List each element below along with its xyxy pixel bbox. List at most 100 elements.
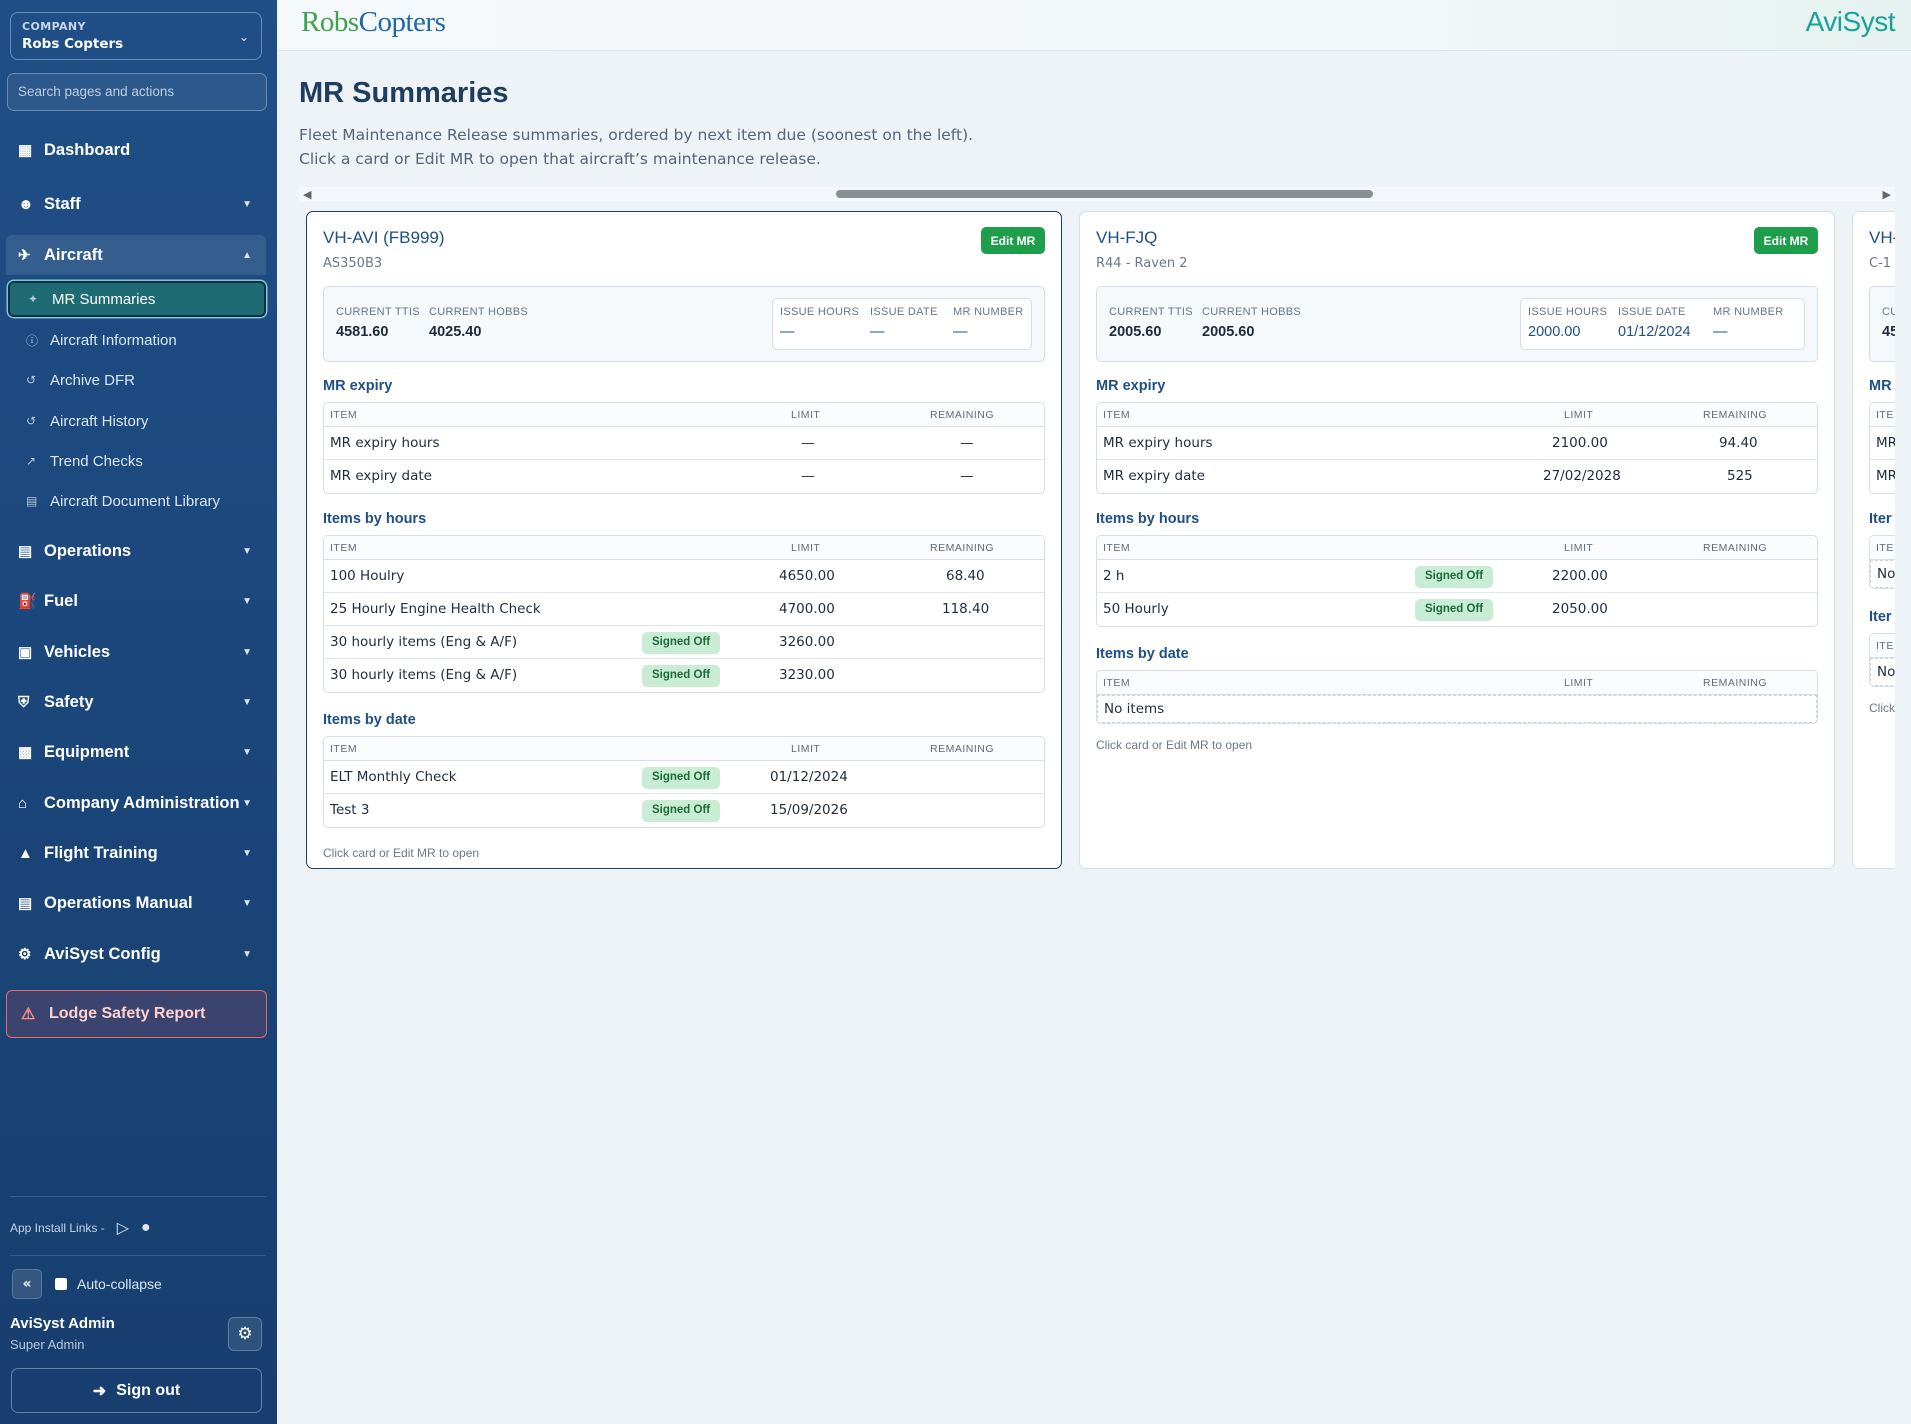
card-model: AS350B3 <box>323 256 383 271</box>
sidebar-subitem-aircraft-information[interactable]: ⓘ Aircraft Information <box>8 322 266 358</box>
stat-value: — <box>870 324 885 340</box>
scrollbar-thumb[interactable] <box>836 190 1373 198</box>
warning-icon: ⚠ <box>21 1006 36 1023</box>
cell-limit: 4650.00 <box>779 568 835 584</box>
shield-icon: ⛨ <box>18 693 30 711</box>
table-header: ITEM LIMIT REMAINING <box>324 737 1044 761</box>
mr-number: MR NUMBER — <box>953 306 1024 340</box>
sidebar-subitem-mr-summaries[interactable]: ✦ MR Summaries <box>8 281 266 317</box>
col-remaining: REMAINING <box>930 542 995 554</box>
sidebar-subitem-label: Trend Checks <box>50 452 143 470</box>
app-install-links: App Install Links - ▷ ● <box>10 1218 151 1238</box>
sidebar-item-safety[interactable]: ⛨ Safety ▼ <box>6 682 266 722</box>
sidebar-subitem-archive-dfr[interactable]: ↺ Archive DFR <box>8 362 266 398</box>
sign-out-label: Sign out <box>116 1381 181 1399</box>
current-ttis: CURRENT TTIS 4581.60 <box>336 306 420 340</box>
section-title-items-by-hours: Items by hours <box>323 511 427 527</box>
caret-down-icon: ▼ <box>242 595 252 607</box>
scroll-right-icon[interactable]: ▶ <box>1883 188 1891 201</box>
section-title-items-by-hours: Items by hours <box>1096 511 1200 527</box>
sidebar-item-aircraft[interactable]: ✈ Aircraft ▲ <box>6 235 266 275</box>
sign-in-icon: ➜ <box>92 1382 107 1400</box>
stat-value: — <box>780 324 795 340</box>
sign-out-button[interactable]: ➜ Sign out <box>11 1368 262 1413</box>
items-by-hours-table: ITE No <box>1869 535 1895 589</box>
lodge-safety-report-button[interactable]: ⚠ Lodge Safety Report <box>6 990 267 1038</box>
stat-value: — <box>1713 324 1728 340</box>
mr-card[interactable]: VH- C-1 CU 45 MR ITE MR MR Iter ITE No I… <box>1852 211 1895 869</box>
col-item: ITEM <box>1103 677 1131 689</box>
issue-hours: ISSUE HOURS — <box>780 306 859 340</box>
sidebar-subitem-aircraft-document-library[interactable]: ▤ Aircraft Document Library <box>8 483 266 519</box>
company-logo[interactable]: RobsCopters <box>301 6 446 39</box>
mr-expiry-table: ITE MR MR <box>1869 402 1895 494</box>
sidebar-item-label: Flight Training <box>44 843 158 862</box>
sidebar-subitem-trend-checks[interactable]: ↗ Trend Checks <box>8 443 266 479</box>
user-settings-button[interactable]: ⚙ <box>228 1317 262 1351</box>
mr-card[interactable]: VH-FJQ R44 - Raven 2 Edit MR CURRENT TTI… <box>1079 211 1835 869</box>
mr-number: MR NUMBER — <box>1713 306 1784 340</box>
stat-value: 45 <box>1882 324 1895 340</box>
sidebar-subitem-label: Aircraft History <box>50 412 149 430</box>
col-limit: LIMIT <box>791 542 821 554</box>
edit-mr-button[interactable]: Edit MR <box>981 227 1045 254</box>
auto-collapse-label: Auto-collapse <box>77 1276 162 1292</box>
caret-down-icon: ▼ <box>242 797 252 809</box>
stat-value: — <box>953 324 968 340</box>
fuel-pump-icon: ⛽ <box>18 593 37 610</box>
horizontal-scrollbar[interactable]: ◀ ▶ <box>299 187 1895 201</box>
col-limit: LIMIT <box>791 743 821 755</box>
sidebar-subitem-label: Archive DFR <box>50 371 136 389</box>
sidebar-item-staff[interactable]: ☻ Staff ▼ <box>6 184 266 224</box>
auto-collapse-toggle[interactable]: Auto-collapse <box>55 1276 162 1292</box>
issue-box: ISSUE HOURS 2000.00 ISSUE DATE 01/12/202… <box>1520 298 1805 350</box>
cell-limit: 2100.00 <box>1552 435 1608 451</box>
card-title: VH-FJQ <box>1096 228 1158 247</box>
issue-hours: ISSUE HOURS 2000.00 <box>1528 306 1607 340</box>
status-badge: Signed Off <box>1415 566 1494 588</box>
section-title-items-by-hours: Iter <box>1869 511 1892 527</box>
search-input[interactable]: Search pages and actions <box>7 73 267 111</box>
sidebar-item-equipment[interactable]: ▩ Equipment ▼ <box>6 732 266 772</box>
empty-row: No <box>1870 560 1895 588</box>
company-selector[interactable]: COMPANY Robs Copters ⌄ <box>10 12 262 60</box>
scroll-left-icon[interactable]: ◀ <box>303 188 311 201</box>
card-model: R44 - Raven 2 <box>1096 256 1188 271</box>
status-badge: Signed Off <box>642 767 721 789</box>
stat-value: 2005.60 <box>1202 324 1255 340</box>
apple-icon[interactable]: ● <box>141 1219 151 1237</box>
caret-down-icon: ▼ <box>242 746 252 758</box>
edit-mr-button[interactable]: Edit MR <box>1754 227 1818 254</box>
col-item: ITE <box>1876 640 1894 652</box>
company-label: COMPANY <box>22 20 86 33</box>
card-footer-hint: Click card or Edit MR to open <box>323 846 480 860</box>
table-row: 2 h Signed Off 2200.00 <box>1097 560 1817 593</box>
card-footer-hint: Click <box>1869 701 1895 715</box>
sidebar-subitem-aircraft-history[interactable]: ↺ Aircraft History <box>8 403 266 439</box>
stat-value: 2000.00 <box>1528 324 1581 340</box>
sidebar-item-avisyst-config[interactable]: ⚙ AviSyst Config ▼ <box>6 934 266 974</box>
col-remaining: REMAINING <box>1703 677 1768 689</box>
stat-value: 2005.60 <box>1109 324 1162 340</box>
table-row: 50 Hourly Signed Off 2050.00 <box>1097 593 1817 626</box>
car-icon: ▣ <box>18 644 33 661</box>
mr-card[interactable]: VH-AVI (FB999) AS350B3 Edit MR CURRENT T… <box>306 211 1062 869</box>
section-title-mr-expiry: MR expiry <box>323 378 393 394</box>
sidebar: COMPANY Robs Copters ⌄ Search pages and … <box>0 0 277 1424</box>
sidebar-item-operations-manual[interactable]: ▤ Operations Manual ▼ <box>6 883 266 923</box>
stat-label: CURRENT HOBBS <box>429 306 529 318</box>
collapse-sidebar-button[interactable]: « <box>12 1269 42 1299</box>
table-row: MR expiry hours — — <box>324 427 1044 460</box>
cell-item: MR <box>1876 468 1895 484</box>
sidebar-item-fuel[interactable]: ⛽ Fuel ▼ <box>6 581 266 621</box>
sidebar-item-company-administration[interactable]: ⌂ Company Administration ▼ <box>6 783 266 823</box>
sidebar-item-dashboard[interactable]: ▦ Dashboard <box>6 130 266 170</box>
sidebar-item-operations[interactable]: ▤ Operations ▼ <box>6 531 266 571</box>
cell-item: MR <box>1876 435 1895 451</box>
table-header: ITE <box>1870 634 1895 658</box>
google-play-icon[interactable]: ▷ <box>117 1218 129 1238</box>
sidebar-item-flight-training[interactable]: ▲ Flight Training ▼ <box>6 833 266 873</box>
auto-collapse-checkbox[interactable] <box>55 1278 67 1290</box>
sidebar-item-label: Company Administration <box>44 793 240 812</box>
sidebar-item-vehicles[interactable]: ▣ Vehicles ▼ <box>6 632 266 672</box>
